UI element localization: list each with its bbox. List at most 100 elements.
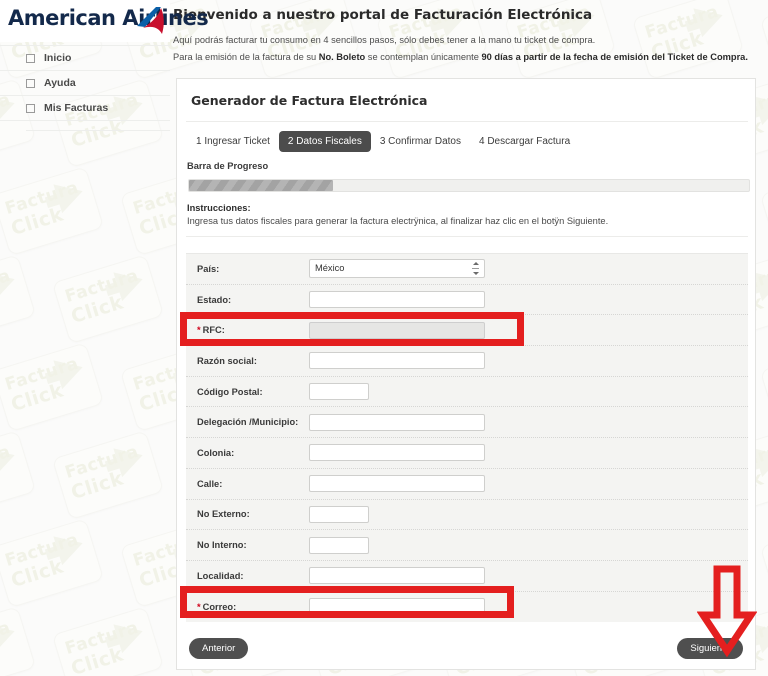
- watermark-tile: FacturaClick: [51, 248, 186, 353]
- field-label-correo: * Correo:: [186, 602, 309, 612]
- field-label-text: Calle:: [197, 478, 223, 489]
- sidebar-item-label: Mis Facturas: [44, 102, 109, 114]
- welcome-line-2-c: se contemplan únicamente: [365, 52, 482, 63]
- progress-bar-label: Barra de Progreso: [187, 161, 269, 171]
- field-label-text: Correo:: [202, 601, 237, 612]
- field-label-colonia: Colonia:: [186, 448, 309, 458]
- progress-bar: [188, 179, 750, 192]
- input-calle[interactable]: [309, 475, 485, 493]
- next-button[interactable]: Siguiente: [677, 638, 743, 659]
- welcome-line-2-a: Para la emisión de la factura de su: [173, 52, 319, 63]
- field-label-text: País:: [197, 263, 220, 274]
- field-label-delegacion: Delegación /Municipio:: [186, 417, 309, 427]
- field-row-localidad: Localidad:: [186, 561, 748, 592]
- tab-confirmar-datos[interactable]: 3 Confirmar Datos: [371, 131, 470, 152]
- select-pais[interactable]: México: [309, 259, 485, 279]
- field-label-text: Código Postal:: [197, 386, 263, 397]
- field-label-razon-social: Razón social:: [186, 356, 309, 366]
- card-title: Generador de Factura Electrónica: [191, 93, 428, 108]
- sidebar-nav[interactable]: Inicio Ayuda Mis Facturas: [0, 45, 170, 121]
- field-label-no-interno: No Interno:: [186, 540, 309, 550]
- field-row-razon-social: Razón social:: [186, 346, 748, 377]
- tab-descargar-factura[interactable]: 4 Descargar Factura: [470, 131, 579, 152]
- field-label-calle: Calle:: [186, 479, 309, 489]
- watermark-tile: FacturaClick: [308, 0, 442, 2]
- welcome-line-2-bold-boleto: No. Boleto: [318, 52, 366, 63]
- watermark-tile: FacturaClick: [436, 0, 570, 2]
- input-delegacion[interactable]: [309, 413, 485, 431]
- field-row-no-interno: No Interno:: [186, 530, 748, 561]
- input-no-interno[interactable]: [309, 536, 369, 554]
- welcome-header: Bienvenido a nuestro portal de Facturaci…: [173, 7, 763, 68]
- field-label-text: Estado:: [197, 294, 232, 305]
- sidebar-item-ayuda[interactable]: Ayuda: [0, 71, 170, 96]
- watermark-tile: FacturaClick: [0, 512, 126, 617]
- watermark-tile: FacturaClick: [51, 600, 186, 676]
- factura-generator-card: Generador de Factura Electrónica 1 Ingre…: [176, 78, 756, 670]
- field-label-codigo-postal: Código Postal:: [186, 387, 309, 397]
- field-label-estado: Estado:: [186, 295, 309, 305]
- input-codigo-postal[interactable]: [309, 383, 369, 401]
- required-asterisk-icon: *: [197, 601, 201, 612]
- instructions-label: Instrucciones:: [187, 203, 251, 213]
- field-row-estado: Estado:: [186, 285, 748, 316]
- tab-datos-fiscales[interactable]: 2 Datos Fiscales: [278, 131, 371, 152]
- field-label-text: No Interno:: [197, 540, 247, 551]
- progress-bar-fill: [189, 180, 334, 191]
- input-rfc: [309, 321, 485, 339]
- input-colonia[interactable]: [309, 444, 485, 462]
- american-airlines-wordmark: American Airlines: [8, 6, 209, 30]
- welcome-line-2: Para la emisión de la factura de su No. …: [173, 51, 763, 63]
- sidebar-item-label: Inicio: [44, 52, 72, 64]
- field-label-text: Delegación /Municipio:: [197, 417, 299, 428]
- sidebar-divider: [26, 130, 170, 131]
- previous-button[interactable]: Anterior: [189, 638, 249, 659]
- sidebar-item-inicio[interactable]: Inicio: [0, 45, 170, 71]
- watermark-tile: FacturaClick: [180, 0, 314, 2]
- field-row-rfc: * RFC:: [186, 315, 748, 347]
- card-title-divider: [186, 121, 748, 122]
- step-tabs[interactable]: 1 Ingresar Ticket 2 Datos Fiscales 3 Con…: [187, 131, 579, 152]
- field-label-pais: País:: [186, 264, 309, 274]
- field-label-rfc: * RFC:: [186, 325, 309, 335]
- welcome-line-2-bold-dias: 90 días a partir de la fecha de emisión …: [481, 52, 748, 63]
- field-label-text: No Externo:: [197, 509, 250, 520]
- select-value-pais[interactable]: México: [309, 259, 485, 279]
- square-bullet-icon: [26, 53, 35, 63]
- watermark-tile: FacturaClick: [759, 512, 768, 617]
- field-row-pais: País: México: [186, 254, 748, 285]
- instructions-text: Ingresa tus datos fiscales para generar …: [187, 216, 609, 226]
- watermark-tile: FacturaClick: [0, 424, 58, 529]
- instructions-divider: [186, 236, 748, 237]
- square-bullet-icon: [26, 103, 35, 113]
- watermark-tile: FacturaClick: [759, 336, 768, 441]
- field-label-text: Colonia:: [197, 447, 235, 458]
- field-row-calle: Calle:: [186, 469, 748, 500]
- watermark-tile: FacturaClick: [0, 600, 58, 676]
- input-correo[interactable]: [309, 598, 485, 616]
- watermark-tile: FacturaClick: [692, 0, 768, 2]
- american-airlines-flight-symbol-icon: [134, 6, 166, 36]
- field-row-colonia: Colonia:: [186, 438, 748, 469]
- watermark-tile: FacturaClick: [564, 0, 698, 2]
- watermark-tile: FacturaClick: [0, 248, 58, 353]
- sidebar-item-label: Ayuda: [44, 77, 76, 89]
- page-title: Bienvenido a nuestro portal de Facturaci…: [173, 7, 593, 23]
- watermark-tile: FacturaClick: [51, 424, 186, 529]
- input-razon-social[interactable]: [309, 352, 485, 370]
- input-estado[interactable]: [309, 291, 485, 309]
- input-no-externo[interactable]: [309, 505, 369, 523]
- required-asterisk-icon: *: [197, 325, 201, 336]
- field-row-delegacion: Delegación /Municipio:: [186, 407, 748, 439]
- chevron-updown-icon[interactable]: [472, 262, 479, 276]
- watermark-tile: FacturaClick: [0, 336, 126, 441]
- input-localidad[interactable]: [309, 567, 485, 585]
- watermark-tile: FacturaClick: [759, 160, 768, 265]
- square-bullet-icon: [26, 78, 35, 88]
- fiscal-data-form[interactable]: País: México Estado: * RFC: Razón social: Códi…: [186, 253, 748, 623]
- field-label-no-externo: No Externo:: [186, 509, 309, 519]
- welcome-line-1: Aquí podrás facturar tu consumo en 4 sen…: [173, 35, 596, 45]
- field-label-text: RFC:: [202, 325, 225, 336]
- sidebar-item-mis-facturas[interactable]: Mis Facturas: [0, 96, 170, 121]
- tab-ingresar-ticket[interactable]: 1 Ingresar Ticket: [187, 131, 279, 152]
